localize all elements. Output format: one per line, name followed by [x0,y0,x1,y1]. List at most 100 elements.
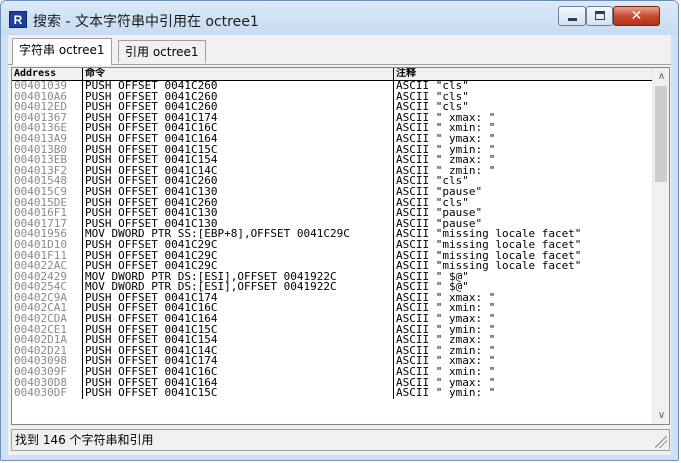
table-row[interactable]: 004015C9 PUSH OFFSET 0041C130 ASCII "pause… [12,186,652,198]
cell-address: 00401717 [12,218,83,230]
minimize-button[interactable] [558,6,586,26]
cell-command: PUSH OFFSET 0041C154 [83,155,394,166]
title-bar[interactable]: R 搜索 - 文本字符串中引用在 octree1 ✕ [1,1,678,35]
cell-comment: ASCII " xmax: " [396,112,496,124]
table-row[interactable]: 00402CE1 PUSH OFFSET 0041C15C ASCII " ymin… [12,324,652,336]
cell-address: 004010A6 [12,91,83,103]
table-row[interactable]: 004013F2 PUSH OFFSET 0041C14C ASCII " zmin… [12,165,652,177]
cell-comment: ASCII " zmax: " [396,335,496,346]
table-row[interactable]: 00402C9A PUSH OFFSET 0041C174 ASCII " xmax… [12,292,652,304]
table-row[interactable]: 00401956 MOV DWORD PTR SS:[EBP+8],OFFSET … [12,229,652,240]
table-row[interactable]: 00401F11 PUSH OFFSET 0041C29C ASCII "missi… [12,250,652,262]
cell-address: 004013EB [12,155,83,166]
cell-address: 00402CA1 [12,303,83,315]
close-icon: ✕ [630,8,643,24]
cell-address: 00401956 [12,229,83,240]
column-header-command[interactable]: 命令 [83,68,394,80]
cell-comment: ASCII " ymin: " [396,388,496,399]
table-row[interactable]: 004012ED PUSH OFFSET 0041C260 ASCII "cls" [12,102,652,113]
table-row[interactable]: 00401367 PUSH OFFSET 0041C174 ASCII " xmax… [12,112,652,124]
cell-comment: ASCII "missing locale facet" [396,229,582,240]
table-row[interactable]: 004010A6 PUSH OFFSET 0041C260 ASCII "cls" [12,91,652,103]
cell-command: PUSH OFFSET 0041C174 [83,292,394,304]
table-row[interactable]: 00403098 PUSH OFFSET 0041C174 ASCII " xmax… [12,356,652,368]
cell-comment: ASCII "pause" [396,186,483,198]
cell-comment: ASCII "pause" [396,218,483,230]
client-area: 字符串 octree1 引用 octree1 Address 命令 注释 004… [8,35,671,455]
table-row[interactable]: 00402D1A PUSH OFFSET 0041C154 ASCII " zmax… [12,335,652,346]
cell-comment: ASCII " ymin: " [396,144,496,156]
table-row[interactable]: 004013EB PUSH OFFSET 0041C154 ASCII " zmax… [12,155,652,166]
vertical-scrollbar[interactable]: ∧ ∨ [652,68,669,424]
maximize-button[interactable] [586,6,613,26]
cell-command: PUSH OFFSET 0041C174 [83,112,394,124]
cell-comment: ASCII " $@" [396,282,469,293]
table-row[interactable]: 004013A9 PUSH OFFSET 0041C164 ASCII " ymax… [12,133,652,145]
cell-command: PUSH OFFSET 0041C16C [83,367,394,378]
cell-address: 00402C9A [12,292,83,304]
cell-address: 0040254C [12,282,83,293]
table-row[interactable]: 00401717 PUSH OFFSET 0041C130 ASCII "pause… [12,218,652,230]
scroll-down-icon[interactable]: ∨ [653,407,669,424]
close-button[interactable]: ✕ [613,6,660,26]
table-row[interactable]: 00402D21 PUSH OFFSET 0041C14C ASCII " zmin… [12,345,652,357]
table-row[interactable]: 004022AC PUSH OFFSET 0041C29C ASCII "missi… [12,261,652,272]
cell-address: 00401367 [12,112,83,124]
cell-command: PUSH OFFSET 0041C16C [83,123,394,134]
column-header-comment[interactable]: 注释 [394,68,652,80]
table-row[interactable]: 004016F1 PUSH OFFSET 0041C130 ASCII "pause… [12,208,652,219]
app-icon: R [9,11,27,28]
cell-command: PUSH OFFSET 0041C164 [83,133,394,145]
list-header: Address 命令 注释 [12,68,652,81]
tab-references[interactable]: 引用 octree1 [118,40,206,63]
cell-address: 004015DE [12,197,83,209]
cell-command: PUSH OFFSET 0041C260 [83,81,394,92]
table-row[interactable]: 004030D8 PUSH OFFSET 0041C164 ASCII " ymax… [12,377,652,389]
table-row[interactable]: 00401039 PUSH OFFSET 0041C260 ASCII "cls" [12,81,652,92]
table-row[interactable]: 0040254C MOV DWORD PTR DS:[ESI],OFFSET 00… [12,282,652,293]
search-window: R 搜索 - 文本字符串中引用在 octree1 ✕ 字符串 octree1 引… [0,0,679,461]
table-row[interactable]: 004030DF PUSH OFFSET 0041C15C ASCII " ymin… [12,388,652,399]
cell-command: MOV DWORD PTR DS:[ESI],OFFSET 0041922C [83,282,394,293]
tab-strings[interactable]: 字符串 octree1 [12,38,112,65]
table-row[interactable]: 00402CA1 PUSH OFFSET 0041C16C ASCII " xmin… [12,303,652,315]
table-row[interactable]: 0040136E PUSH OFFSET 0041C16C ASCII " xmin… [12,123,652,134]
cell-address: 004013B0 [12,144,83,156]
cell-address: 004016F1 [12,208,83,219]
cell-command: PUSH OFFSET 0041C15C [83,144,394,156]
cell-comment: ASCII "missing locale facet" [396,239,582,251]
scroll-up-icon[interactable]: ∧ [653,68,669,85]
cell-comment: ASCII "cls" [396,91,469,103]
cell-command: PUSH OFFSET 0041C16C [83,303,394,315]
cell-command: PUSH OFFSET 0041C260 [83,176,394,187]
table-row[interactable]: 004015DE PUSH OFFSET 0041C260 ASCII "cls" [12,197,652,209]
cell-address: 0040309F [12,367,83,378]
table-row[interactable]: 004013B0 PUSH OFFSET 0041C15C ASCII " ymin… [12,144,652,156]
cell-command: PUSH OFFSET 0041C29C [83,250,394,262]
cell-comment: ASCII " $@" [396,271,469,283]
table-row[interactable]: 0040309F PUSH OFFSET 0041C16C ASCII " xmin… [12,367,652,378]
cell-command: PUSH OFFSET 0041C260 [83,102,394,113]
table-row[interactable]: 00402429 MOV DWORD PTR DS:[ESI],OFFSET 00… [12,271,652,283]
resize-grip-icon[interactable] [655,436,667,448]
cell-address: 00402CE1 [12,324,83,336]
cell-command: PUSH OFFSET 0041C14C [83,165,394,177]
cell-comment: ASCII "missing locale facet" [396,261,582,272]
cell-address: 004030DF [12,388,83,399]
table-row[interactable]: 00401D10 PUSH OFFSET 0041C29C ASCII "missi… [12,239,652,251]
status-text: 找到 146 个字符串和引用 [15,433,154,447]
cell-comment: ASCII " ymax: " [396,133,496,145]
table-row[interactable]: 00401548 PUSH OFFSET 0041C260 ASCII "cls" [12,176,652,187]
cell-comment: ASCII "cls" [396,176,469,187]
cell-command: PUSH OFFSET 0041C15C [83,324,394,336]
cell-command: PUSH OFFSET 0041C29C [83,261,394,272]
table-row[interactable]: 00402CDA PUSH OFFSET 0041C164 ASCII " ymax… [12,314,652,325]
cell-address: 004013A9 [12,133,83,145]
results-list[interactable]: Address 命令 注释 00401039 PUSH OFFSET 0041C2… [11,67,670,425]
cell-command: PUSH OFFSET 0041C14C [83,345,394,357]
scroll-thumb[interactable] [655,86,667,182]
cell-comment: ASCII " zmax: " [396,155,496,166]
column-header-address[interactable]: Address [12,68,83,80]
status-bar: 找到 146 个字符串和引用 [11,429,670,451]
cell-command: PUSH OFFSET 0041C130 [83,218,394,230]
